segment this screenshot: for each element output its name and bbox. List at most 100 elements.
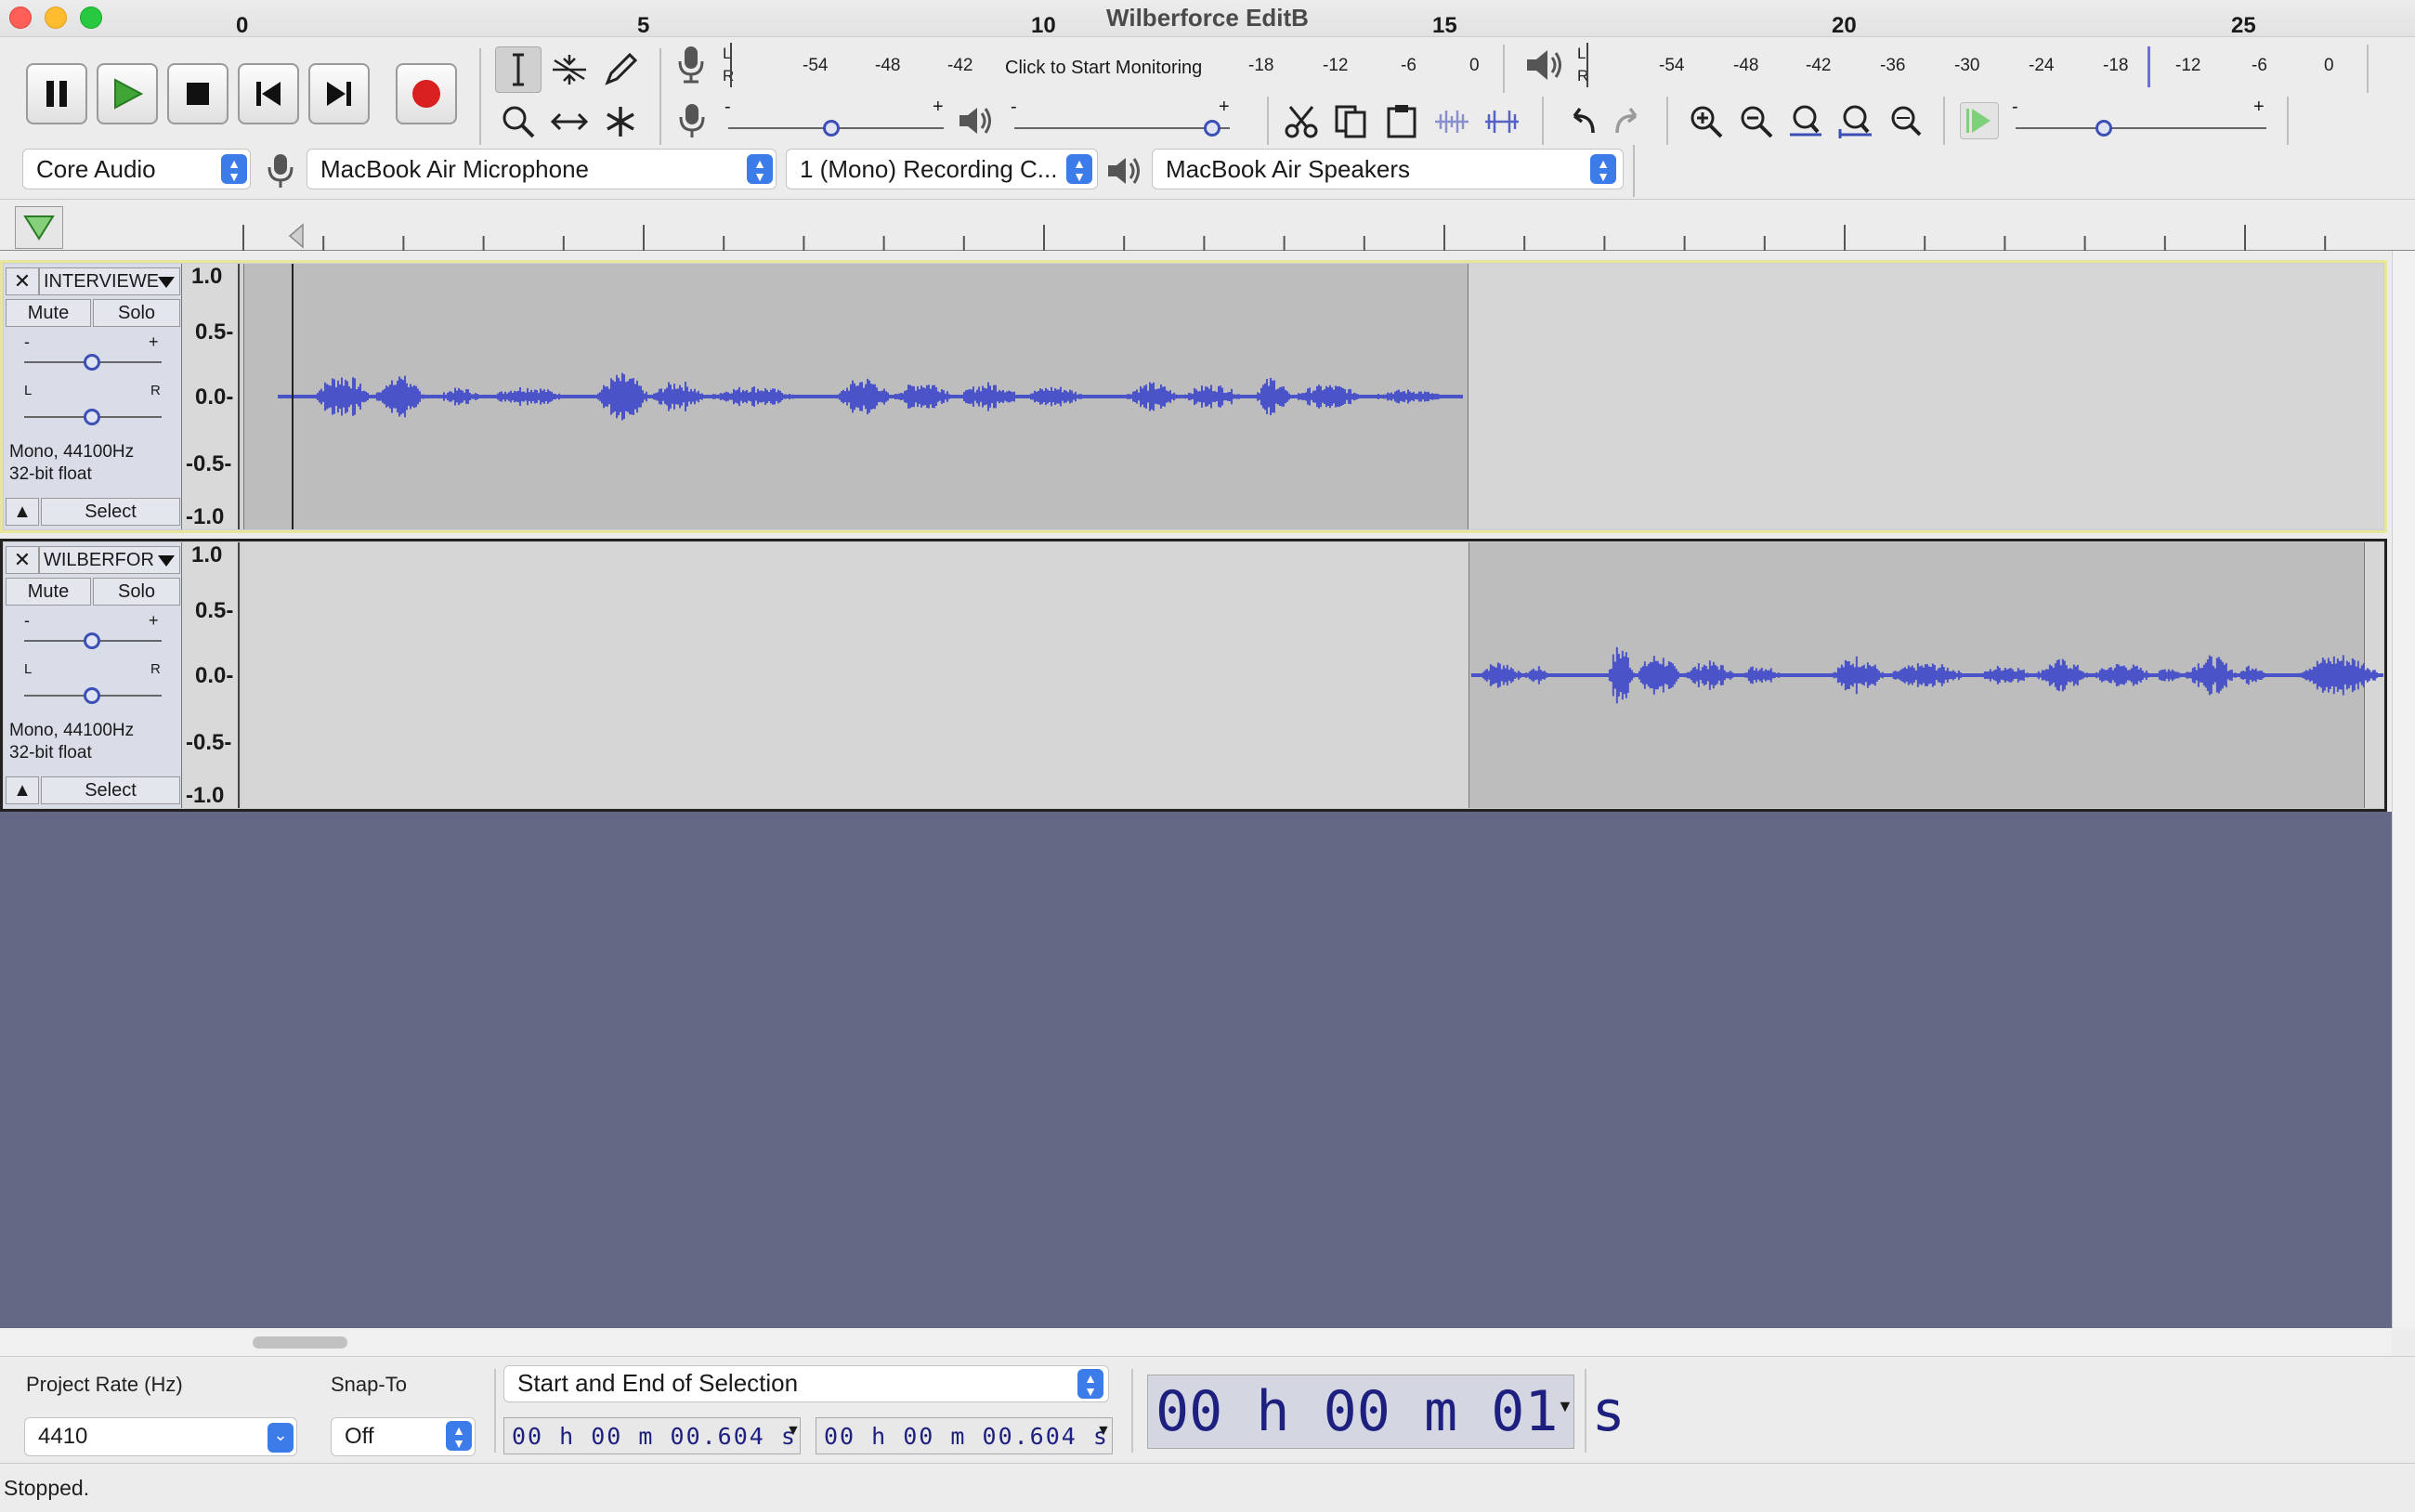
selection-tool-icon <box>513 53 524 86</box>
audio-host-dropdown-arrow[interactable]: ▲ ▼ <box>221 154 247 184</box>
toolbar-separator <box>1585 1369 1586 1453</box>
record-icon <box>412 80 440 108</box>
zoom-in-button[interactable] <box>1683 98 1730 145</box>
selection-tool-button[interactable] <box>495 46 542 93</box>
play-button[interactable] <box>97 63 158 124</box>
project-rate-label: Project Rate (Hz) <box>26 1373 183 1396</box>
toolbar-separator <box>1633 145 1635 197</box>
record-meter-microphone-icon[interactable] <box>672 45 710 85</box>
vertical-scrollbar[interactable] <box>2392 251 2415 1328</box>
track-1-edit-cursor <box>292 264 294 529</box>
waveform-samples <box>278 372 1463 421</box>
recording-channels-dropdown-arrow[interactable]: ▲ ▼ <box>1066 154 1092 184</box>
play-head-marker-icon <box>288 223 304 249</box>
skip-to-end-button[interactable] <box>308 63 370 124</box>
copy-button[interactable] <box>1328 98 1375 145</box>
input-device-select[interactable]: MacBook Air Microphone <box>307 149 777 189</box>
toolbar-separator <box>1503 45 1505 93</box>
input-device-dropdown-arrow[interactable]: ▲ ▼ <box>747 154 773 184</box>
track-1-waveform <box>278 372 1463 421</box>
selection-mode-dropdown-arrow[interactable]: ▲ ▼ <box>1077 1369 1103 1399</box>
pause-button[interactable] <box>26 63 87 124</box>
playback-meter-tick: -12 <box>2175 56 2201 75</box>
ruler-ticks <box>242 225 2327 251</box>
toolbar-separator <box>1943 97 1945 145</box>
record-volume-minus-label: - <box>724 97 731 117</box>
zoom-tool-icon <box>503 106 535 138</box>
zoom-tool-button[interactable] <box>495 98 542 145</box>
silence-audio-button[interactable] <box>1479 98 1525 145</box>
output-device-select[interactable]: MacBook Air Speakers <box>1152 149 1624 189</box>
record-meter-tick: -54 <box>803 56 829 75</box>
zoom-toggle-button[interactable] <box>1884 98 1930 145</box>
fit-project-button[interactable] <box>1834 98 1880 145</box>
project-rate-select[interactable]: 4410 <box>24 1417 297 1456</box>
playback-meter-tick: -36 <box>1880 56 1906 75</box>
track-2-waveform <box>1470 646 2383 704</box>
playback-volume-speaker-icon <box>959 108 991 134</box>
paste-button[interactable] <box>1378 98 1425 145</box>
record-button[interactable] <box>396 63 457 124</box>
toolbar-separator <box>1542 97 1544 145</box>
recording-channels-value: 1 (Mono) Recording C... <box>800 155 1058 183</box>
multi-tool-button[interactable] <box>597 98 644 145</box>
start-monitoring-label: Click to Start Monitoring <box>1005 58 1203 78</box>
envelope-tool-icon <box>553 55 586 85</box>
envelope-tool-button[interactable] <box>546 46 593 93</box>
time-shift-tool-button[interactable] <box>546 98 593 145</box>
audio-position-display[interactable]: 00 h 00 m 01 s <box>1147 1375 1625 1449</box>
toolbar-separator <box>1666 97 1668 145</box>
zoom-in-icon <box>1690 106 1723 138</box>
selection-end-time[interactable]: 00 h 00 m 00.604 s <box>816 1417 1113 1454</box>
empty-track-area[interactable] <box>0 812 2392 1328</box>
toolbar-separator <box>2367 45 2369 93</box>
zoom-out-button[interactable] <box>1733 98 1780 145</box>
audio-position-format-chevron-down-icon[interactable]: ▼ <box>1557 1397 1573 1416</box>
trim-audio-icon <box>1435 111 1469 133</box>
chevron-down-icon: ⌄ <box>273 1426 288 1444</box>
pause-icon <box>46 81 67 107</box>
redo-button[interactable] <box>1607 98 1653 145</box>
selection-start-time-value: 00 h 00 m 00.604 s <box>512 1423 797 1450</box>
playback-meter-tick: -54 <box>1659 56 1685 75</box>
trim-audio-button[interactable] <box>1429 98 1475 145</box>
start-time-format-chevron-down-icon[interactable]: ▼ <box>786 1423 801 1440</box>
end-time-format-chevron-down-icon[interactable]: ▼ <box>1096 1423 1111 1440</box>
fit-selection-button[interactable] <box>1783 98 1830 145</box>
toolbar-separator <box>494 1369 496 1453</box>
playback-meter-speaker-icon[interactable] <box>1523 46 1564 84</box>
play-speed-slider-thumb[interactable] <box>2095 120 2112 137</box>
undo-button[interactable] <box>1557 98 1603 145</box>
ruler-label: 20 <box>1832 13 1857 38</box>
project-rate-dropdown-arrow[interactable]: ⌄ <box>268 1423 294 1453</box>
selection-start-time[interactable]: 00 h 00 m 00.604 s <box>503 1417 801 1454</box>
horizontal-scrollbar[interactable] <box>0 1328 2392 1356</box>
output-device-dropdown-arrow[interactable]: ▲ ▼ <box>1590 154 1616 184</box>
zoom-toggle-icon <box>1891 106 1922 137</box>
toolbar-separator <box>1131 1369 1133 1453</box>
play-at-speed-button[interactable] <box>1960 102 1999 139</box>
zoom-out-icon <box>1741 106 1773 138</box>
selection-mode-select[interactable]: Start and End of Selection <box>503 1365 1109 1402</box>
fit-selection-icon <box>1790 105 1821 137</box>
cut-button[interactable] <box>1278 98 1325 145</box>
skip-to-start-button[interactable] <box>238 63 299 124</box>
record-meter-bracket <box>730 43 732 87</box>
window-title: Wilberforce EditB <box>1106 4 1309 32</box>
playback-meter-tick: 0 <box>2324 56 2334 75</box>
record-meter-tick: -18 <box>1248 56 1274 75</box>
draw-tool-icon <box>605 52 638 85</box>
audio-host-select[interactable]: Core Audio <box>22 149 251 189</box>
ruler-label: 0 <box>236 13 249 38</box>
horizontal-scrollbar-thumb[interactable] <box>253 1336 347 1349</box>
ruler-label: 10 <box>1031 13 1056 38</box>
start-monitoring-button[interactable]: Click to Start Monitoring <box>1005 54 1217 82</box>
waveform-samples <box>1470 646 2383 704</box>
draw-tool-button[interactable] <box>597 46 644 93</box>
status-bar <box>0 1463 2415 1512</box>
recording-channels-select[interactable]: 1 (Mono) Recording C... <box>786 149 1098 189</box>
undo-icon <box>1573 107 1595 134</box>
snap-to-dropdown-arrow[interactable]: ▲ ▼ <box>446 1421 472 1451</box>
ruler-label: 25 <box>2231 13 2256 38</box>
stop-button[interactable] <box>167 63 228 124</box>
